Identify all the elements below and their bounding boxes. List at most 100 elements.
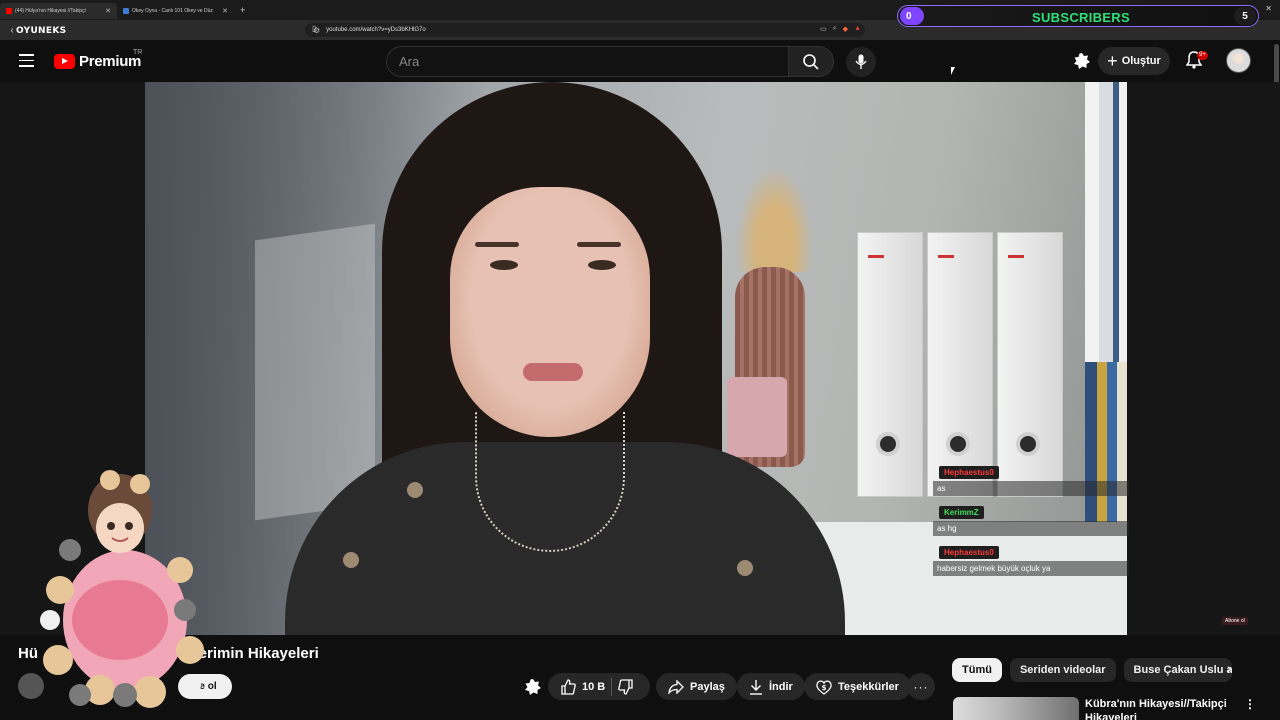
search-icon: [803, 53, 819, 70]
thanks-label: Teşekkürler: [838, 680, 899, 693]
chevron-right-icon[interactable]: ›: [1227, 660, 1232, 676]
account-avatar[interactable]: [1226, 48, 1251, 73]
oyuneks-logo: OYUNEKS: [16, 18, 333, 137]
url-text: youtube.com/watch?v=yDs3bKHlG7o: [326, 27, 426, 33]
svg-text:$: $: [822, 684, 827, 692]
search-button[interactable]: [788, 46, 834, 77]
chip-all[interactable]: Tümü: [952, 658, 1002, 682]
zoom-icon[interactable]: ⌕: [833, 25, 837, 33]
browser-tab[interactable]: Okey Oyna - Canlı 101 Okey ve Düz ✕: [117, 3, 234, 19]
video-scene-binder: [857, 232, 923, 497]
subscribers-start-count: 0: [900, 7, 924, 25]
video-scene-shelf-books: [1085, 82, 1127, 362]
chat-message: Hephaestus0 as: [933, 462, 1133, 496]
share-label: Paylaş: [690, 680, 725, 693]
video-person-brow: [577, 242, 621, 247]
video-person-brow: [475, 242, 519, 247]
notifications-badge: 9+: [1197, 51, 1208, 60]
mouse-cursor-icon: [951, 67, 955, 75]
close-window-icon[interactable]: ✕: [1265, 4, 1272, 13]
alert-icon[interactable]: ▲: [854, 25, 861, 33]
more-actions-icon: ···: [913, 679, 929, 694]
video-person-eye: [588, 260, 616, 270]
video-person-eye: [490, 260, 518, 270]
chat-username: KerimmZ: [939, 506, 984, 519]
more-actions-button[interactable]: ···: [907, 673, 935, 700]
video-title-start: Hü: [18, 645, 38, 662]
chip-label: Seriden videolar: [1019, 664, 1106, 676]
like-count[interactable]: 10 B: [582, 681, 605, 693]
bookmark-icon[interactable]: ▯: [312, 24, 316, 33]
youtube-logo[interactable]: Premium: [54, 53, 141, 70]
chip-series[interactable]: Seriden videolar: [1009, 658, 1116, 682]
logo-text: OYUNEKS: [16, 26, 67, 36]
premium-badge-icon[interactable]: [1073, 52, 1091, 70]
video-person-face: [450, 187, 650, 437]
share-icon: [668, 679, 684, 694]
youtube-play-icon: [54, 54, 75, 69]
video-scene-binder: [927, 232, 993, 497]
recommendation-title[interactable]: Kübra'nın Hikayesi//Takipçi Hikayeleri: [1085, 697, 1235, 720]
tab-label: (44) Hülya'nın Hikayesi //Takipçi: [15, 8, 86, 14]
subscribe-watermark[interactable]: Abone ol: [1222, 617, 1248, 625]
cast-icon[interactable]: ▭: [820, 25, 827, 33]
subscribers-goal-bar: 0 SUBSCRIBERS 5: [897, 5, 1259, 27]
video-person-lips: [523, 363, 583, 381]
url-actions: ▭ ⌕ ◆ ▲: [820, 25, 861, 33]
video-scene-binder: [997, 232, 1063, 497]
share-button[interactable]: Paylaş: [656, 673, 737, 700]
chat-message: KerimmZ as hg: [933, 502, 1133, 536]
thanks-button[interactable]: $ Teşekkürler: [804, 673, 911, 700]
premium-badge-icon[interactable]: [524, 678, 542, 696]
video-scene-pot: [727, 377, 787, 457]
download-label: İndir: [769, 680, 793, 693]
tab-label: Okey Oyna - Canlı 101 Okey ve Düz: [132, 8, 213, 14]
create-label: Oluştur: [1121, 55, 1161, 67]
video-person-button: [343, 552, 359, 568]
close-tab-icon[interactable]: ✕: [222, 7, 228, 15]
chat-message: Hephaestus0 habersiz gelmek büyük oçluk …: [933, 542, 1133, 576]
search-placeholder: Ara: [399, 54, 420, 69]
plus-icon: +: [1107, 51, 1118, 71]
url-field[interactable]: ⚙ youtube.com/watch?v=yDs3bKHlG7o ▭ ⌕ ◆ …: [305, 23, 865, 37]
subscribers-label: SUBSCRIBERS: [1032, 10, 1130, 25]
chat-text: as: [933, 481, 1129, 496]
youtube-header: Premium TR Ara + Oluştur 9+: [0, 40, 1280, 82]
close-tab-icon[interactable]: ✕: [105, 7, 111, 15]
download-icon: [750, 679, 762, 695]
video-scene-wheat: [730, 152, 820, 272]
hamburger-menu-icon[interactable]: [19, 54, 34, 71]
okey-favicon-icon: [123, 8, 129, 14]
recommendation-menu-icon[interactable]: ⋮: [1244, 697, 1256, 711]
new-tab-button[interactable]: +: [234, 5, 251, 15]
video-person-button: [407, 482, 423, 498]
subscribers-goal-count: 5: [1234, 7, 1256, 25]
chip-channel[interactable]: Buse Çakan Uslu adlı: [1123, 658, 1232, 682]
download-button[interactable]: İndir: [737, 673, 805, 700]
screen: (44) Hülya'nın Hikayesi //Takipçi ✕ Okey…: [0, 0, 1280, 720]
youtube-favicon-icon: [6, 8, 12, 14]
chip-label: Buse Çakan Uslu adlı: [1133, 664, 1232, 676]
chat-username: Hephaestus0: [939, 466, 999, 479]
thanks-heart-icon: $: [816, 679, 832, 695]
dislike-icon[interactable]: [618, 678, 634, 695]
chat-text: as hg: [933, 521, 1129, 536]
recommendation-thumbnail[interactable]: [953, 697, 1079, 720]
create-button[interactable]: + Oluştur: [1098, 47, 1170, 75]
shield-icon[interactable]: ◆: [843, 25, 848, 33]
divider: [611, 677, 613, 696]
microphone-icon: [855, 54, 867, 69]
chat-username: Hephaestus0: [939, 546, 999, 559]
browser-tab-active[interactable]: (44) Hülya'nın Hikayesi //Takipçi ✕: [0, 3, 117, 19]
mascot-overlay: [40, 470, 204, 708]
like-dislike-group: 10 B: [548, 673, 650, 700]
like-icon[interactable]: [560, 678, 576, 695]
live-chat-overlay: Hephaestus0 as KerimmZ as hg Hephaestus0…: [933, 462, 1133, 582]
search-input[interactable]: Ara: [386, 46, 788, 77]
related-filter-chips: Tümü Seriden videolar Buse Çakan Uslu ad…: [952, 658, 1232, 682]
chat-text: habersiz gelmek büyük oçluk ya: [933, 561, 1129, 576]
voice-search-button[interactable]: [846, 47, 876, 77]
region-code: TR: [133, 49, 143, 56]
brand-text: Premium: [79, 53, 142, 70]
video-person-button: [737, 560, 753, 576]
